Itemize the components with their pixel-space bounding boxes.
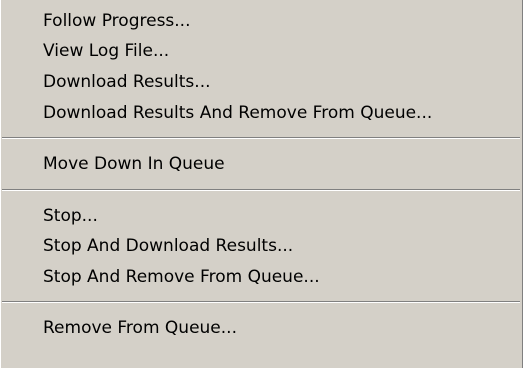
menu-item-stop-and-remove-from-queue[interactable]: Stop And Remove From Queue...: [1, 262, 522, 292]
menu-separator: [2, 301, 520, 303]
menu-item-follow-progress[interactable]: Follow Progress...: [1, 6, 522, 36]
menu-item-stop[interactable]: Stop...: [1, 201, 522, 231]
menu-item-view-log-file[interactable]: View Log File...: [1, 36, 522, 66]
menu-item-download-results[interactable]: Download Results...: [1, 67, 522, 97]
menu-item-move-down-in-queue[interactable]: Move Down In Queue: [1, 149, 522, 179]
menu-separator: [2, 189, 520, 191]
menu-separator: [2, 137, 520, 139]
menu-item-remove-from-queue[interactable]: Remove From Queue...: [1, 313, 522, 343]
menu-item-download-results-and-remove[interactable]: Download Results And Remove From Queue..…: [1, 98, 522, 128]
context-menu: Follow Progress... View Log File... Down…: [0, 0, 523, 368]
menu-item-stop-and-download-results[interactable]: Stop And Download Results...: [1, 231, 522, 261]
